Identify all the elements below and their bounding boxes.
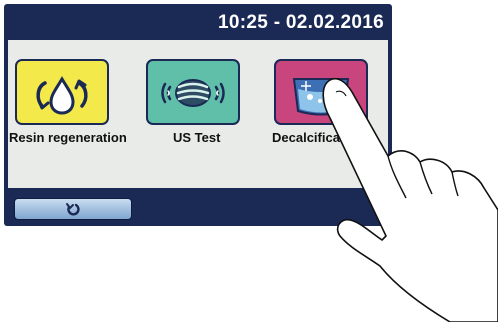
status-bar: 10:25 - 02.02.2016 — [4, 8, 392, 36]
us-test-button[interactable] — [146, 59, 240, 125]
back-button[interactable] — [14, 198, 132, 220]
resin-regeneration-label: Resin regeneration — [9, 130, 127, 145]
ultrasonic-test-icon — [161, 79, 225, 107]
date-time-display: 10:25 - 02.02.2016 — [218, 12, 384, 33]
us-test-label: US Test — [173, 130, 221, 145]
return-arrow-icon — [66, 203, 80, 216]
resin-regeneration-icon — [36, 76, 88, 115]
resin-regeneration-button[interactable] — [15, 59, 109, 125]
pointing-hand-illustration — [322, 77, 498, 322]
